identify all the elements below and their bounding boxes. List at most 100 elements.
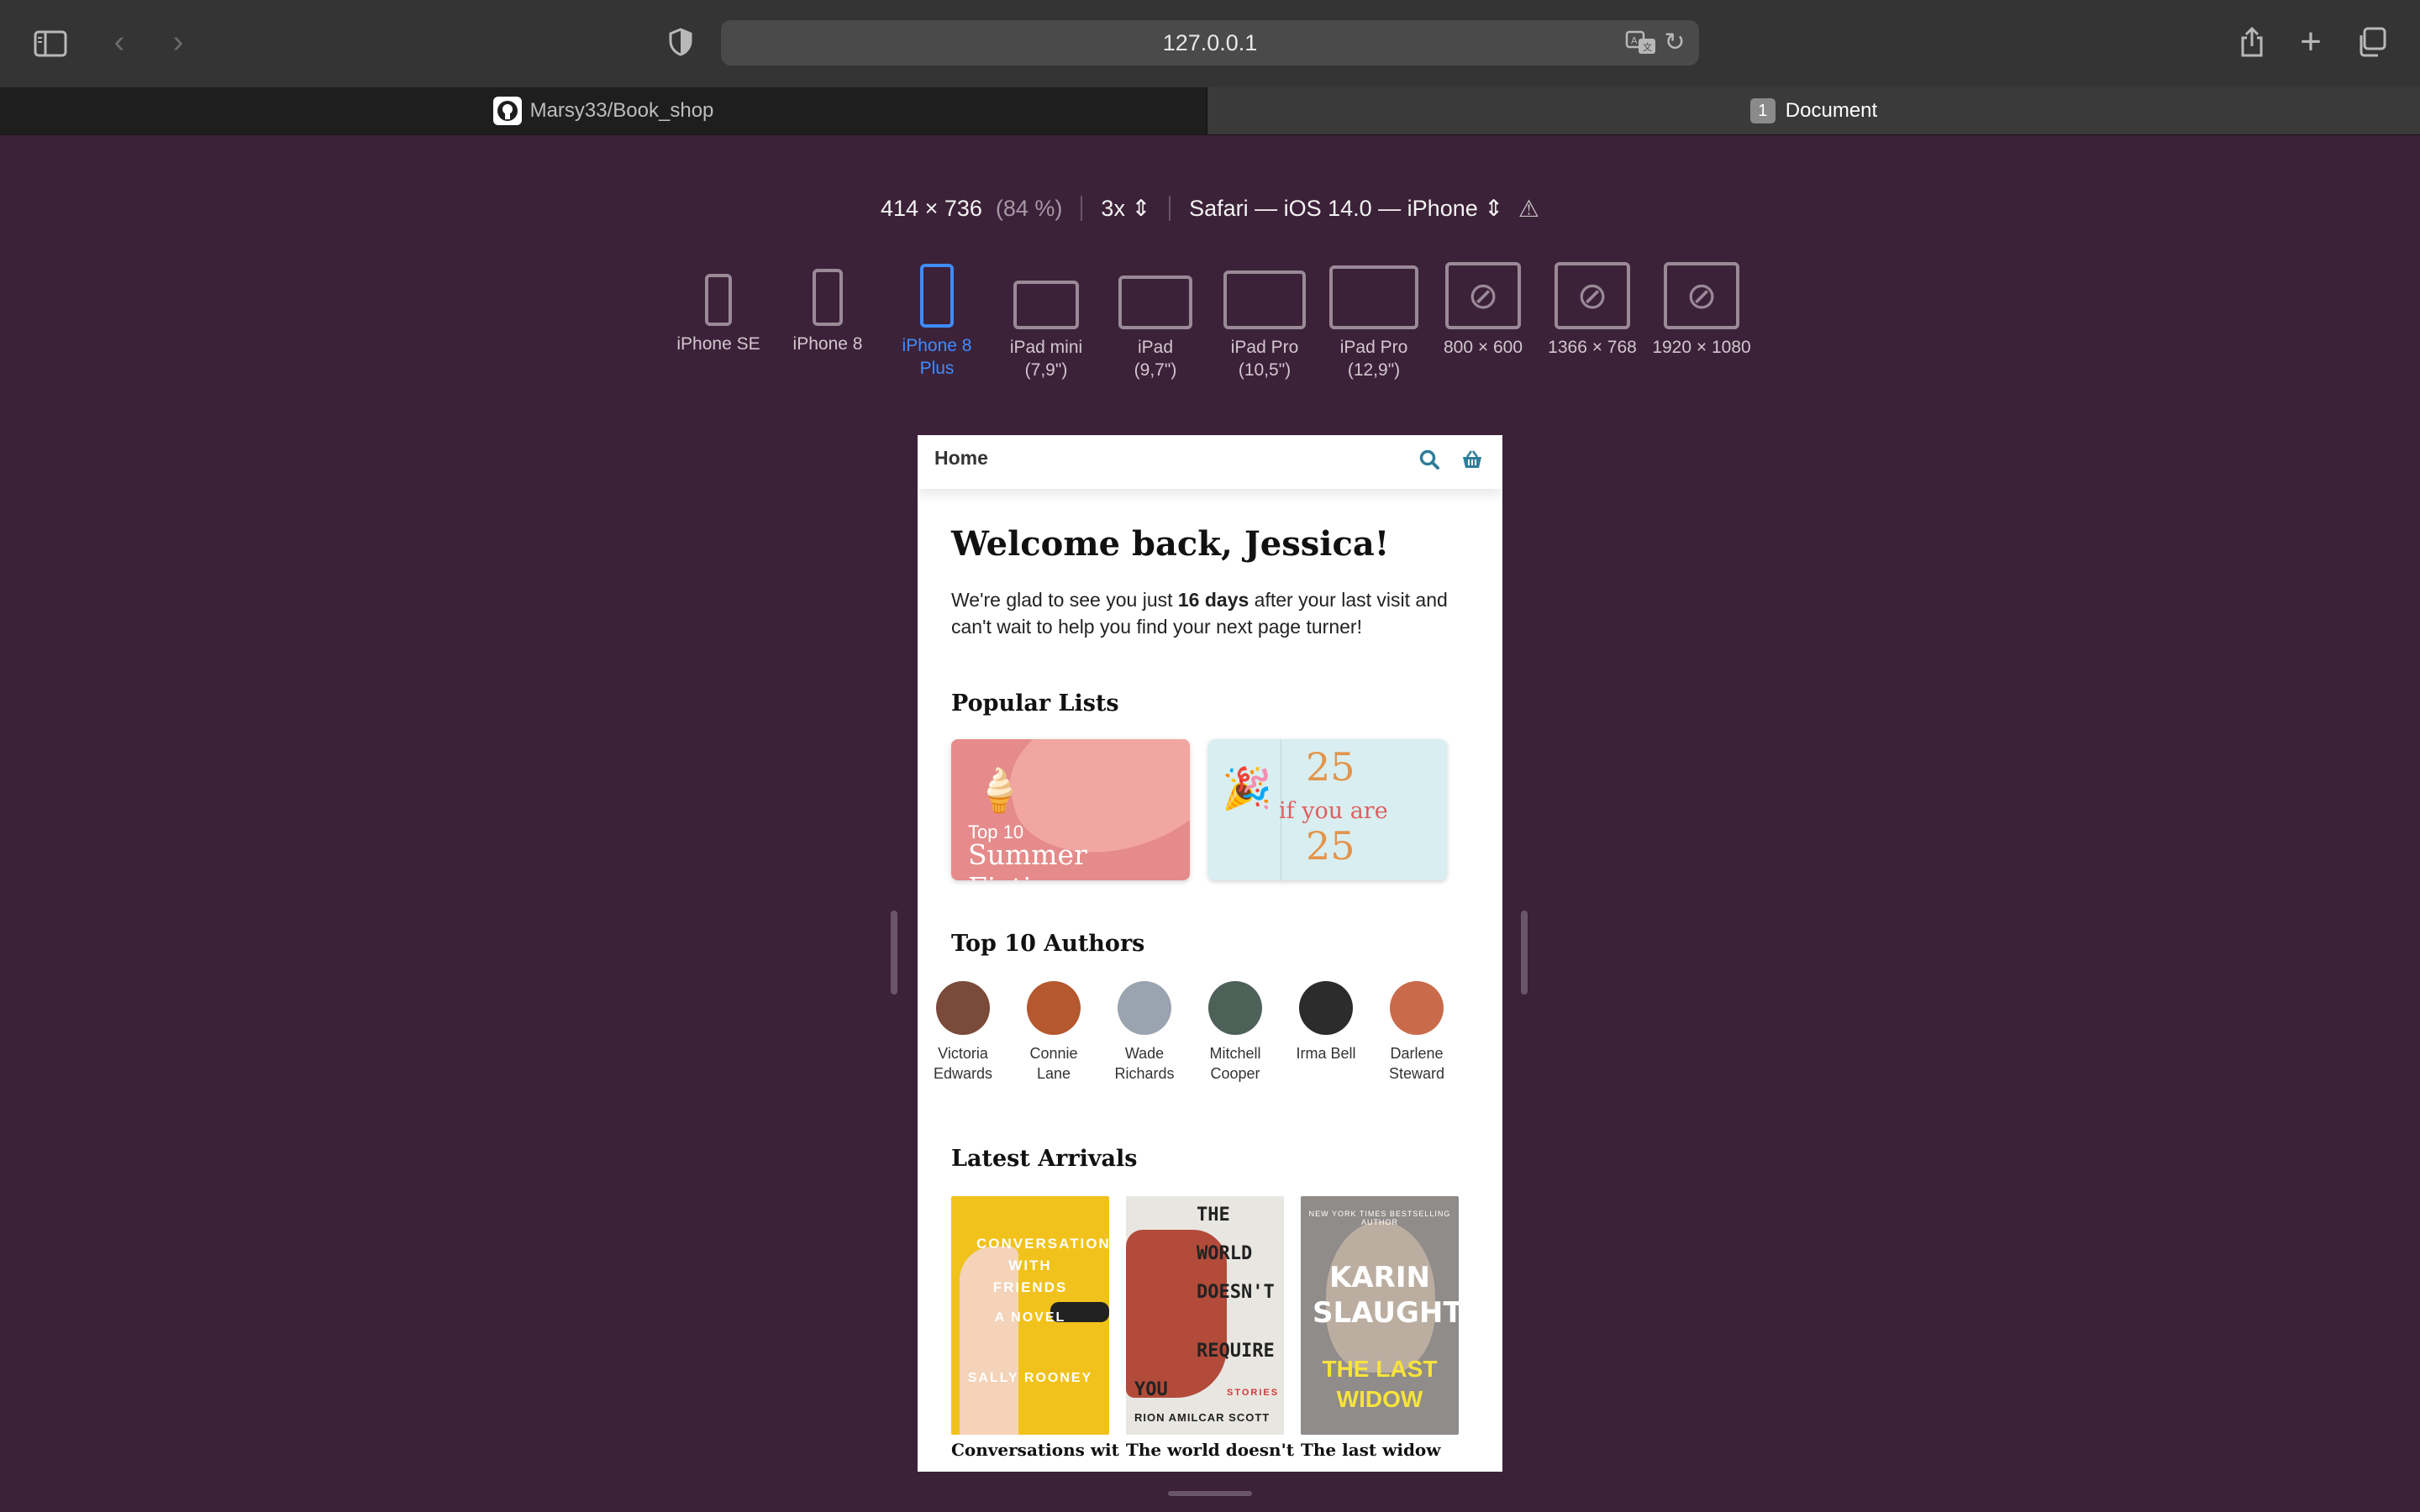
share-icon[interactable] [2235, 24, 2269, 60]
party-popper-icon: 🎉 [1222, 767, 1272, 811]
url-text: 127.0.0.1 [1162, 30, 1258, 55]
cover-title: THE LAST WIDOW [1322, 1356, 1438, 1412]
ice-cream-icon: 🍦 [973, 767, 1026, 814]
days-count: 16 days [1177, 589, 1249, 611]
user-agent-select[interactable]: Safari — iOS 14.0 — iPhone ⇕ [1189, 196, 1503, 222]
author-item[interactable]: Darlene Steward [1371, 981, 1462, 1084]
cover-title: REQUIRE [1197, 1341, 1275, 1362]
list-card-25-if-you-are-25[interactable]: 🎉 25 if you are 25 [1208, 739, 1447, 880]
cover-subtitle: STORIES [1227, 1388, 1280, 1398]
page-title: Home [934, 447, 988, 469]
pixel-ratio-select[interactable]: 3x ⇕ [1101, 196, 1150, 222]
svg-text:文: 文 [1643, 41, 1652, 53]
tablet-icon [1223, 270, 1306, 329]
device-iphone-8[interactable]: iPhone 8 [773, 257, 882, 355]
separator [1169, 196, 1171, 221]
avatar [1118, 981, 1171, 1035]
device-iphone-se[interactable]: iPhone SE [664, 257, 773, 355]
search-icon[interactable] [1418, 449, 1440, 476]
basket-icon[interactable] [1460, 449, 1484, 476]
avatar [936, 981, 990, 1035]
device-ipad-mini[interactable]: iPad mini (7,9") [992, 257, 1101, 381]
tab-label: Document [1785, 99, 1878, 122]
tab-bar: Marsy33/Book_shop 1 Document [0, 87, 2420, 135]
author-item[interactable]: Irma Bell [1281, 981, 1371, 1063]
compass-icon: ⊘ [1664, 262, 1739, 329]
popular-lists-heading: Popular Lists [951, 690, 1119, 717]
address-bar[interactable]: 127.0.0.1 A文 ↻ [721, 20, 1699, 66]
list-card-title: Summer Fiction [968, 838, 1087, 880]
cover-author: RION AMILCAR SCOTT [1134, 1411, 1270, 1424]
phone-icon [920, 264, 954, 328]
translate-icon[interactable]: A文 [1625, 27, 1657, 59]
latest-arrivals-heading: Latest Arrivals [951, 1146, 1138, 1172]
authors-list: Victoria Edwards Connie Lane Wade Richards … [918, 981, 1502, 1099]
github-icon [492, 97, 522, 125]
cover-title: YOU [1134, 1379, 1168, 1400]
warning-icon: ⚠ [1518, 195, 1539, 222]
device-ipad-pro-10[interactable]: iPad Pro (10,5") [1210, 257, 1319, 381]
cover-author: SALLY ROONEY [967, 1371, 1093, 1385]
cover-author: KARIN SLAUGHTER [1313, 1261, 1459, 1330]
resize-handle-bottom[interactable] [1168, 1491, 1252, 1496]
welcome-heading: Welcome back, Jessica! [951, 524, 1390, 564]
zoom-level: (84 %) [995, 195, 1063, 221]
welcome-message: We're glad to see you just 16 days after… [951, 589, 1448, 638]
separator [1081, 196, 1083, 221]
list-card-number: 25 [1306, 744, 1355, 790]
reload-icon[interactable]: ↻ [1659, 27, 1691, 59]
device-ipad[interactable]: iPad (9,7") [1101, 257, 1210, 381]
cover-title: CONVERSATIONS WITH FRIENDS [976, 1236, 1109, 1295]
book-title[interactable]: The world doesn't [1126, 1440, 1294, 1460]
device-800x600[interactable]: ⊘ 800 × 600 [1428, 257, 1538, 359]
book-title[interactable]: Conversations with [951, 1440, 1119, 1460]
avatar [1390, 981, 1444, 1035]
resize-handle-right[interactable] [1521, 911, 1528, 995]
tab-document[interactable]: 1 Document [1207, 87, 2420, 134]
list-card-number: 25 [1306, 823, 1355, 869]
book-cover[interactable]: NEW YORK TIMES BESTSELLING AUTHOR KARIN … [1301, 1196, 1459, 1435]
device-ipad-pro-12[interactable]: iPad Pro (12,9") [1319, 257, 1428, 381]
book-cover[interactable]: THE WORLD DOESN'T REQUIRE YOU STORIES RI… [1126, 1196, 1284, 1435]
phone-icon [705, 274, 732, 326]
device-presets: iPhone SE iPhone 8 iPhone 8 Plus iPad mi… [664, 257, 1756, 383]
tab-badge: 1 [1749, 98, 1776, 123]
avatar [1208, 981, 1262, 1035]
device-viewport: Home Welcome back, Jessica! We're glad t… [918, 435, 1502, 1472]
device-1920x1080[interactable]: ⊘ 1920 × 1080 [1647, 257, 1756, 359]
cover-title: THE [1197, 1205, 1230, 1226]
privacy-shield-icon[interactable] [664, 25, 697, 59]
back-icon[interactable]: ‹ [104, 25, 134, 59]
forward-icon[interactable]: › [163, 25, 193, 59]
tab-github[interactable]: Marsy33/Book_shop [0, 87, 1207, 134]
book-cover[interactable]: CONVERSATIONS WITH FRIENDS A NOVEL SALLY… [951, 1196, 1109, 1435]
author-item[interactable]: Connie Lane [1008, 981, 1099, 1084]
cover-title: WORLD [1197, 1243, 1253, 1264]
author-item[interactable]: Wade Richards [1099, 981, 1190, 1084]
tablet-icon [1118, 276, 1192, 329]
list-card-title: if you are [1279, 798, 1388, 824]
top-authors-heading: Top 10 Authors [951, 931, 1145, 957]
device-1366x768[interactable]: ⊘ 1366 × 768 [1538, 257, 1647, 359]
resize-handle-left[interactable] [891, 911, 897, 995]
compass-icon: ⊘ [1445, 262, 1521, 329]
list-card-summer-fiction[interactable]: 🍦 Top 10 Summer Fiction [951, 739, 1190, 880]
compass-icon: ⊘ [1555, 262, 1630, 329]
responsive-info-bar: 414 × 736 (84 %) 3x ⇕ Safari — iOS 14.0 … [0, 192, 2420, 225]
tablet-icon [1013, 281, 1079, 329]
tab-label: Marsy33/Book_shop [529, 99, 714, 122]
new-tab-icon[interactable]: + [2294, 24, 2328, 60]
book-title[interactable]: The last widow [1301, 1440, 1469, 1460]
avatar [1027, 981, 1081, 1035]
device-iphone-8-plus[interactable]: iPhone 8 Plus [882, 257, 992, 380]
cover-tagline: NEW YORK TIMES BESTSELLING AUTHOR [1308, 1210, 1451, 1226]
sidebar-toggle-icon[interactable] [34, 27, 67, 60]
viewport-dimensions[interactable]: 414 × 736 [881, 196, 982, 222]
svg-text:A: A [1631, 35, 1638, 46]
author-item[interactable]: Mitchell Cooper [1190, 981, 1281, 1084]
tablet-icon [1329, 265, 1418, 329]
cover-subtitle: A NOVEL [994, 1310, 1066, 1325]
tab-overview-icon[interactable] [2354, 25, 2388, 59]
avatar [1299, 981, 1353, 1035]
author-item[interactable]: Victoria Edwards [918, 981, 1008, 1084]
